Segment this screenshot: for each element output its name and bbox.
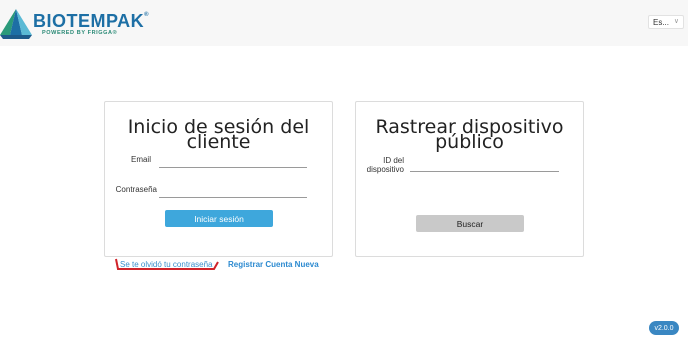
brand-tagline: POWERED BY FRIGGA®	[42, 29, 118, 36]
brand-name: BIOTEMPAK	[33, 10, 145, 31]
search-button[interactable]: Buscar	[416, 215, 524, 232]
biotempak-logo[interactable]: BIOTEMPAK® POWERED BY FRIGGA®	[0, 8, 149, 40]
language-select[interactable]: Es... ∨	[648, 15, 684, 29]
login-card: Inicio de sesión del cliente Email Contr…	[104, 101, 333, 257]
device-id-field[interactable]	[410, 160, 559, 172]
password-field[interactable]	[159, 186, 307, 198]
tracking-card: Rastrear dispositivo público ID del disp…	[355, 101, 584, 257]
registered-mark: ®	[144, 11, 150, 18]
email-field[interactable]	[159, 156, 307, 168]
biotempak-logo-icon	[0, 9, 32, 39]
tracking-title: Rastrear dispositivo público	[375, 116, 564, 153]
version-badge: v2.0.0	[649, 321, 679, 335]
password-label: Contraseña	[115, 185, 157, 194]
forgot-password-link[interactable]: Se te olvidó tu contraseña	[120, 260, 213, 269]
login-button[interactable]: Iniciar sesión	[165, 210, 273, 227]
device-id-label: ID del dispositivo	[366, 156, 404, 174]
language-value: Es...	[653, 17, 670, 27]
login-title: Inicio de sesión del cliente	[127, 116, 310, 153]
logo-wordmark: BIOTEMPAK® POWERED BY FRIGGA®	[33, 12, 149, 37]
top-bar: BIOTEMPAK® POWERED BY FRIGGA® Es... ∨	[0, 0, 688, 46]
register-account-link[interactable]: Registrar Cuenta Nueva	[228, 260, 319, 269]
chevron-down-icon: ∨	[673, 18, 679, 25]
email-label: Email	[130, 155, 151, 164]
